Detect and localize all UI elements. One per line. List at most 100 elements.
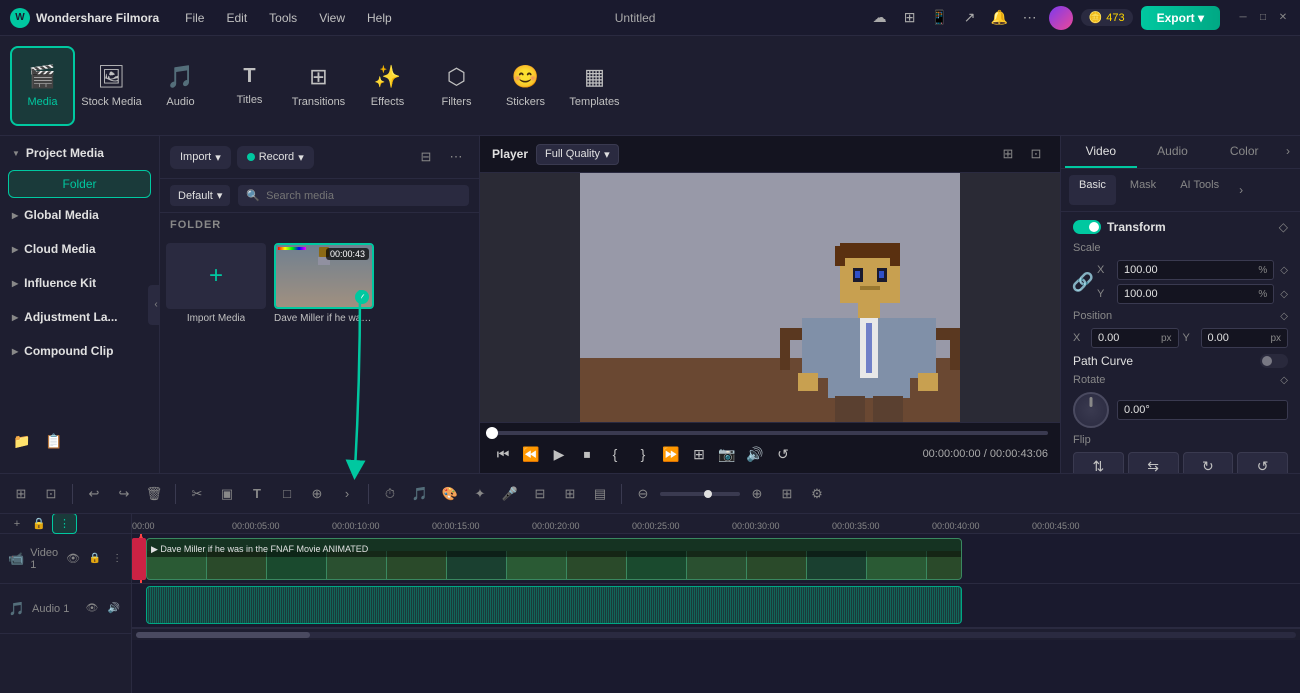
toolbar-audio[interactable]: 🎵 Audio — [148, 46, 213, 126]
view-default-select[interactable]: Default ▾ — [170, 185, 230, 206]
delete-button[interactable]: 🗑 — [141, 481, 167, 507]
toolbar-transitions[interactable]: ⊞ Transitions — [286, 46, 351, 126]
scrollbar-thumb[interactable] — [136, 632, 310, 638]
media-sort-icon[interactable]: ⊟ — [413, 144, 439, 170]
snapshot-button[interactable]: 📷 — [716, 443, 738, 465]
tl-settings-icon[interactable]: ⚙ — [804, 481, 830, 507]
overlay-button[interactable]: □ — [274, 481, 300, 507]
sidebar-header-project-media[interactable]: ▼ Project Media — [0, 136, 159, 170]
track-audio-eye-icon[interactable]: 👁 — [83, 600, 101, 618]
sidebar-header-compound-clip[interactable]: ▶ Compound Clip — [0, 334, 159, 368]
phone-icon[interactable]: 📱 — [929, 7, 951, 29]
search-input[interactable] — [266, 190, 461, 202]
pos-y-input[interactable] — [1208, 332, 1269, 344]
crop-button[interactable]: ▣ — [214, 481, 240, 507]
quality-select[interactable]: Full Quality ▾ — [536, 144, 619, 165]
ai-remove-button[interactable]: ✦ — [467, 481, 493, 507]
scale-x-reset-icon[interactable]: ◇ — [1280, 265, 1288, 276]
rotate-cw-button[interactable]: ↻ — [1183, 452, 1234, 473]
add-track-icon[interactable]: + — [8, 515, 26, 533]
minimize-button[interactable]: ─ — [1236, 11, 1250, 25]
scale-y-input[interactable] — [1124, 288, 1256, 300]
mark-out-button[interactable]: } — [632, 443, 654, 465]
rotate-dial[interactable] — [1073, 392, 1109, 428]
rotate-reset-icon[interactable]: ◇ — [1280, 375, 1288, 386]
screen-icon[interactable]: ⊞ — [899, 7, 921, 29]
audio-clip[interactable] — [146, 586, 962, 624]
new-folder-icon[interactable]: 📁 — [8, 427, 36, 455]
toolbar-templates[interactable]: ▦ Templates — [562, 46, 627, 126]
export-button[interactable]: Video Export ▾ — [1141, 6, 1220, 30]
add-to-timeline-button[interactable]: ⊞ — [688, 443, 710, 465]
color-fx-button[interactable]: 🎨 — [437, 481, 463, 507]
play-button[interactable]: ▶ — [548, 443, 570, 465]
undo-button[interactable]: ↩ — [81, 481, 107, 507]
timeline-tool-group-icon[interactable]: ⊞ — [8, 481, 34, 507]
scale-x-input[interactable] — [1124, 264, 1256, 276]
transform-reset-icon[interactable]: ◇ — [1279, 220, 1288, 234]
sidebar-header-adjustment-la[interactable]: ▶ Adjustment La... — [0, 300, 159, 334]
tab-more-icon[interactable]: › — [1280, 136, 1296, 168]
flip-vertical-button[interactable]: ⇅ — [1073, 452, 1124, 473]
zoom-out-tl-button[interactable]: ⊖ — [630, 481, 656, 507]
sidebar-header-global-media[interactable]: ▶ Global Media — [0, 198, 159, 232]
motion-track-button[interactable]: ⊞ — [557, 481, 583, 507]
media-import-item[interactable]: + Import Media — [166, 243, 266, 467]
sub-tab-more-icon[interactable]: › — [1233, 175, 1249, 205]
progress-bar[interactable] — [492, 431, 1048, 435]
toolbar-media[interactable]: 🎬 Media — [10, 46, 75, 126]
sidebar-header-cloud-media[interactable]: ▶ Cloud Media — [0, 232, 159, 266]
menu-file[interactable]: File — [175, 7, 214, 29]
cloud-icon[interactable]: ☁ — [869, 7, 891, 29]
audio-fx-button[interactable]: 🎵 — [407, 481, 433, 507]
transform-toggle[interactable] — [1073, 220, 1101, 234]
speed-button[interactable]: ⏱ — [377, 481, 403, 507]
toolbar-effects[interactable]: ✨ Effects — [355, 46, 420, 126]
tab-audio[interactable]: Audio — [1137, 136, 1209, 168]
track-lock-icon[interactable]: 🔒 — [86, 550, 104, 568]
toolbar-stock-media[interactable]: 🖼 Stock Media — [79, 46, 144, 126]
redo-button[interactable]: ↪ — [111, 481, 137, 507]
sidebar-header-influence-kit[interactable]: ▶ Influence Kit — [0, 266, 159, 300]
volume-button[interactable]: 🔊 — [744, 443, 766, 465]
sub-tab-basic[interactable]: Basic — [1069, 175, 1116, 205]
menu-help[interactable]: Help — [357, 7, 402, 29]
step-back-button[interactable]: ⏪ — [520, 443, 542, 465]
scale-lock-icon[interactable]: 🔗 — [1073, 272, 1093, 293]
rotate-ccw-button[interactable]: ↺ — [1237, 452, 1288, 473]
skip-forward-button[interactable]: ⏩ — [660, 443, 682, 465]
record-button[interactable]: Record ▾ — [237, 146, 314, 169]
tab-video[interactable]: Video — [1065, 136, 1137, 168]
bell-icon[interactable]: 🔔 — [989, 7, 1011, 29]
snap-button[interactable]: ⋮ — [52, 514, 77, 534]
toolbar-titles[interactable]: T Titles — [217, 46, 282, 126]
sub-tab-ai-tools[interactable]: AI Tools — [1170, 175, 1229, 205]
share-icon[interactable]: ↗ — [959, 7, 981, 29]
rotate-view-button[interactable]: ↺ — [772, 443, 794, 465]
menu-edit[interactable]: Edit — [216, 7, 257, 29]
record-voice-button[interactable]: 🎤 — [497, 481, 523, 507]
scene-detect-button[interactable]: ⊟ — [527, 481, 553, 507]
zoom-slider[interactable] — [660, 492, 740, 496]
flip-horizontal-button[interactable]: ⇆ — [1128, 452, 1179, 473]
zoom-in-tl-button[interactable]: ⊕ — [744, 481, 770, 507]
new-bin-icon[interactable]: 📋 — [40, 427, 68, 455]
prev-frame-button[interactable]: ⏮ — [492, 443, 514, 465]
video-clip[interactable]: ▶ Dave Miller if he was in the FNAF Movi… — [146, 538, 962, 580]
avatar[interactable] — [1049, 6, 1073, 30]
import-button[interactable]: Import ▾ — [170, 146, 231, 169]
rotate-input[interactable] — [1124, 404, 1281, 416]
split-button[interactable]: ✂ — [184, 481, 210, 507]
more-tools-button[interactable]: › — [334, 481, 360, 507]
mark-in-button[interactable]: { — [604, 443, 626, 465]
stabilize-button[interactable]: ▤ — [587, 481, 613, 507]
tab-color[interactable]: Color — [1208, 136, 1280, 168]
tl-more-button[interactable]: ⊞ — [774, 481, 800, 507]
timeline-tool-select-icon[interactable]: ⊡ — [38, 481, 64, 507]
effect-button[interactable]: ⊕ — [304, 481, 330, 507]
track-eye-icon[interactable]: 👁 — [64, 550, 82, 568]
text-button[interactable]: T — [244, 481, 270, 507]
sub-tab-mask[interactable]: Mask — [1120, 175, 1166, 205]
menu-tools[interactable]: Tools — [259, 7, 307, 29]
stop-button[interactable]: ⏹ — [576, 443, 598, 465]
